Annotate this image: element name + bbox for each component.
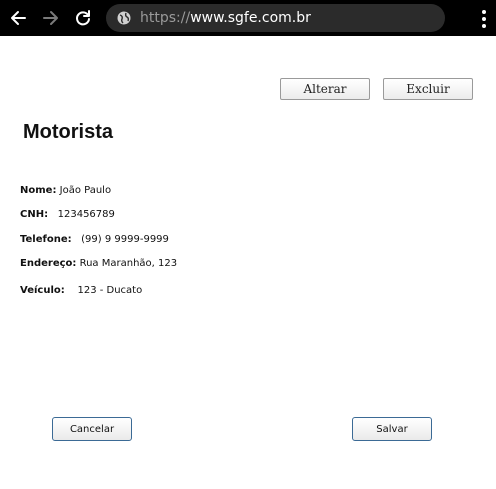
- field-label: Nome:: [20, 185, 57, 196]
- field-cnh: CNH: 123456789: [20, 209, 115, 220]
- excluir-button[interactable]: Excluir: [383, 78, 473, 100]
- field-nome: Nome: João Paulo: [20, 185, 111, 196]
- page-title: Motorista: [23, 121, 113, 143]
- reload-icon[interactable]: [71, 6, 95, 30]
- url-text: https://www.sgfe.com.br: [140, 9, 311, 27]
- field-label: Veículo:: [20, 285, 65, 296]
- url-scheme: https://: [140, 10, 191, 26]
- salvar-button[interactable]: Salvar: [352, 417, 432, 441]
- field-value: João Paulo: [59, 185, 112, 196]
- field-label: Telefone:: [20, 234, 72, 245]
- field-veiculo: Veículo: 123 - Ducato: [20, 285, 142, 296]
- cancelar-button[interactable]: Cancelar: [52, 417, 132, 441]
- field-value: 123456789: [57, 209, 115, 220]
- field-value: 123 - Ducato: [77, 285, 143, 296]
- alterar-button[interactable]: Alterar: [280, 78, 370, 100]
- field-value: Rua Maranhão, 123: [79, 258, 178, 269]
- field-telefone: Telefone: (99) 9 9999-9999: [20, 234, 169, 245]
- more-menu-icon[interactable]: [478, 8, 490, 30]
- field-label: CNH:: [20, 209, 49, 220]
- forward-arrow-icon[interactable]: [39, 6, 63, 30]
- field-value: (99) 9 9999-9999: [81, 234, 169, 245]
- address-bar[interactable]: https://www.sgfe.com.br: [106, 4, 445, 32]
- browser-toolbar: https://www.sgfe.com.br: [0, 0, 496, 36]
- field-endereco: Endereço: Rua Maranhão, 123: [20, 258, 177, 269]
- back-arrow-icon[interactable]: [6, 6, 30, 30]
- field-label: Endereço:: [20, 258, 77, 269]
- url-host: www.sgfe.com.br: [190, 10, 311, 26]
- globe-icon: [117, 11, 131, 25]
